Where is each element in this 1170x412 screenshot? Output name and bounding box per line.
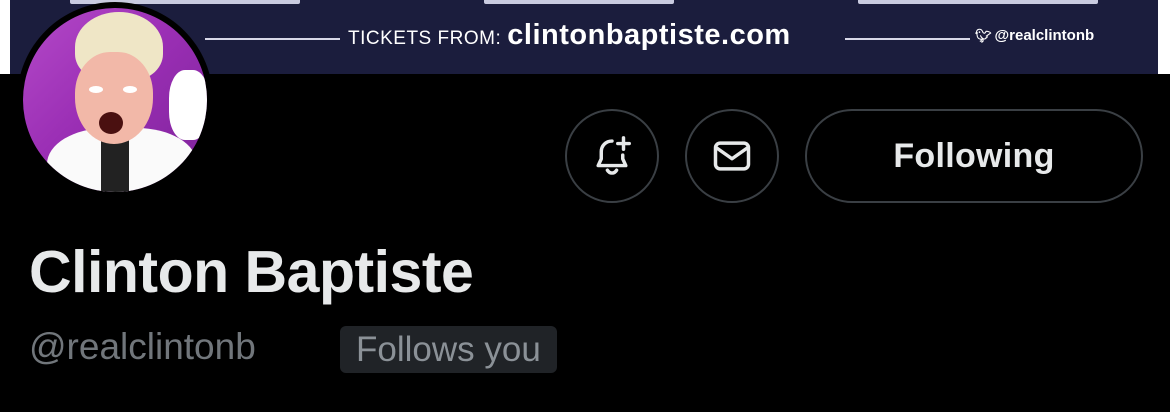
following-button[interactable]: Following <box>805 109 1143 203</box>
profile-handle: @realclintonb <box>29 326 256 367</box>
banner-tickets: TICKETS FROM: clintonbaptiste.com <box>348 19 791 52</box>
following-label: Following <box>893 136 1055 175</box>
banner-divider-right <box>845 38 970 40</box>
notify-button[interactable] <box>565 109 659 203</box>
profile-photo <box>23 8 207 192</box>
banner-tickets-label: TICKETS FROM: <box>348 28 502 49</box>
banner-tickets-url: clintonbaptiste.com <box>507 19 791 51</box>
follows-you-badge: Follows you <box>340 326 557 373</box>
avatar-eye-right <box>123 86 137 93</box>
banner-handle-text: @realclintonb <box>994 27 1095 44</box>
avatar[interactable] <box>17 2 213 198</box>
banner-cropped-text <box>70 0 1098 6</box>
avatar-eye-left <box>89 86 103 93</box>
message-button[interactable] <box>685 109 779 203</box>
banner-divider-left <box>205 38 340 40</box>
avatar-shirt <box>101 138 129 192</box>
profile-display-name: Clinton Baptiste <box>29 239 474 305</box>
envelope-icon <box>713 141 751 171</box>
avatar-glove <box>169 70 207 140</box>
twitter-bird-icon: 🐦︎ <box>975 28 992 43</box>
banner-handle: 🐦︎ @realclintonb <box>975 27 1094 44</box>
avatar-mouth <box>99 112 123 134</box>
bell-plus-icon <box>596 136 631 175</box>
